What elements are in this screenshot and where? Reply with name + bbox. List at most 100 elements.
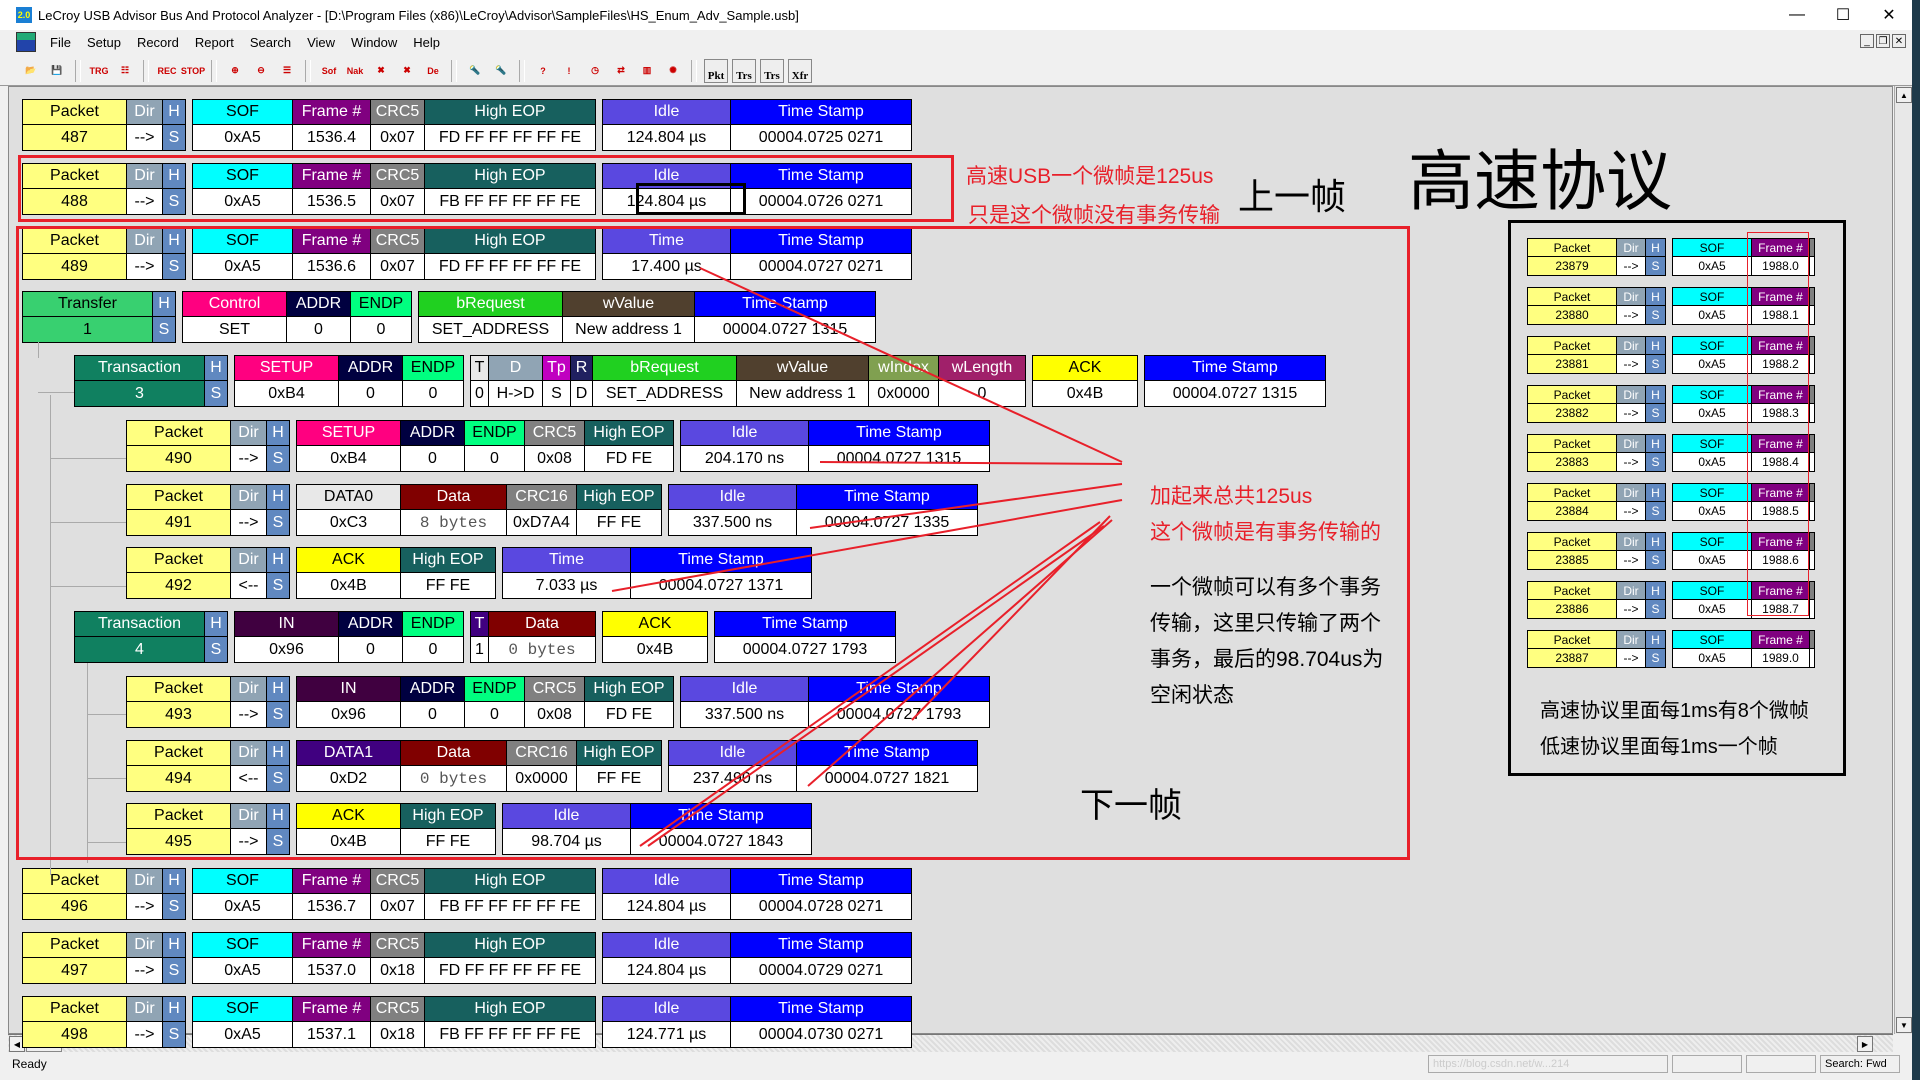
field-frame[interactable]: Frame #1537.1 bbox=[293, 997, 371, 1047]
hide-idle-icon[interactable]: ✖ bbox=[396, 60, 418, 82]
field-dir[interactable]: Dir --> bbox=[127, 997, 163, 1047]
mdi-close-button[interactable]: ✕ bbox=[1892, 34, 1906, 48]
hide-nak-icon[interactable]: Nak bbox=[344, 60, 366, 82]
field-eop[interactable]: High EOP FD FF FF FF FF FE bbox=[425, 100, 595, 150]
stop-icon[interactable]: STOP bbox=[181, 60, 205, 82]
packet-record[interactable]: Packet 497 Dir --> H S SOF 0xA5 Frame #1537.0 CRC… bbox=[22, 932, 918, 984]
mdi-minimize-button[interactable]: _ bbox=[1860, 34, 1874, 48]
menu-record[interactable]: Record bbox=[129, 35, 187, 50]
real-time-icon[interactable]: ✺ bbox=[662, 60, 684, 82]
packet-record[interactable]: Packet 496 Dir --> H S SOF 0xA5 Frame #1536.7 CRC… bbox=[22, 868, 918, 920]
field-idle[interactable]: Idle 124.771 µs bbox=[603, 997, 731, 1047]
field-sof[interactable]: SOF 0xA5 bbox=[193, 100, 293, 150]
open-folder-icon[interactable]: 📂 bbox=[20, 60, 42, 82]
field-packet[interactable]: Packet 496 bbox=[23, 869, 127, 919]
record-icon[interactable]: REC bbox=[156, 60, 178, 82]
field-header: Time Stamp bbox=[731, 869, 911, 894]
packet-record[interactable]: Packet 498 Dir --> H S SOF 0xA5 Frame #1537.1 CRC… bbox=[22, 996, 918, 1048]
field-dir[interactable]: Dir --> bbox=[127, 100, 163, 150]
field-idle[interactable]: Idle 124.804 µs bbox=[603, 933, 731, 983]
field-eop[interactable]: High EOP FD FF FF FF FF FE bbox=[425, 933, 595, 983]
bus-util-icon[interactable]: ▥ bbox=[636, 60, 658, 82]
packet-record[interactable]: Packet 487 Dir --> H S SOF 0xA5 Frame #1536.4 CRC… bbox=[22, 99, 918, 151]
maximize-button[interactable]: ☐ bbox=[1820, 0, 1866, 30]
field-timestamp[interactable]: Time Stamp 00004.0730 0271 bbox=[731, 997, 911, 1047]
field: HS bbox=[1646, 288, 1665, 324]
field-packet[interactable]: Packet 487 bbox=[23, 100, 127, 150]
view-level-xfr-button[interactable]: Xfr bbox=[788, 58, 812, 83]
field-crc5[interactable]: CRC5 0x18 bbox=[371, 933, 425, 983]
field-sof[interactable]: SOF 0xA5 bbox=[193, 997, 293, 1047]
field-dir[interactable]: Dir --> bbox=[127, 933, 163, 983]
close-button[interactable]: ✕ bbox=[1866, 0, 1912, 30]
menu-window[interactable]: Window bbox=[343, 35, 405, 50]
zoom-out-icon[interactable]: ⊖ bbox=[250, 60, 272, 82]
decode-icon[interactable]: De bbox=[422, 60, 444, 82]
field-sof[interactable]: SOF 0xA5 bbox=[193, 933, 293, 983]
menu-report[interactable]: Report bbox=[187, 35, 242, 50]
field-value: S bbox=[163, 894, 185, 919]
traffic-icon[interactable]: ⇄ bbox=[610, 60, 632, 82]
view-level-trs-button[interactable]: Trs bbox=[760, 58, 784, 83]
error-summary-icon[interactable]: ! bbox=[558, 60, 580, 82]
field-frame[interactable]: Frame #1536.7 bbox=[293, 869, 371, 919]
vertical-scrollbar[interactable]: ▲ ▼ bbox=[1894, 86, 1912, 1034]
timing-icon[interactable]: ◷ bbox=[584, 60, 606, 82]
hide-sof-icon[interactable]: Sof bbox=[318, 60, 340, 82]
side-packet-record[interactable]: Packet 23887 Dir --> H S SOF 0xA5 Frame #1989.0 bbox=[1527, 630, 1821, 668]
report-icon[interactable]: ? bbox=[532, 60, 554, 82]
field-value: --> bbox=[127, 125, 163, 150]
field-packet[interactable]: Packet 497 bbox=[23, 933, 127, 983]
mdi-restore-button[interactable]: ❐ bbox=[1876, 34, 1890, 48]
field-header: Dir bbox=[127, 933, 163, 958]
field-header: Packet bbox=[23, 933, 127, 958]
field-idle[interactable]: Idle 124.804 µs bbox=[603, 869, 731, 919]
menu-setup[interactable]: Setup bbox=[79, 35, 129, 50]
field-eop[interactable]: High EOP FB FF FF FF FF FE bbox=[425, 869, 595, 919]
field-value: FB FF FF FF FF FE bbox=[425, 1022, 595, 1047]
scroll-right-icon[interactable]: ▶ bbox=[1857, 1036, 1873, 1052]
status-watermark: https://blog.csdn.net/w...214 bbox=[1428, 1055, 1668, 1073]
field-timestamp[interactable]: Time Stamp 00004.0728 0271 bbox=[731, 869, 911, 919]
menu-search[interactable]: Search bbox=[242, 35, 299, 50]
scroll-up-icon[interactable]: ▲ bbox=[1896, 87, 1912, 103]
view-level-trs-button[interactable]: Trs bbox=[732, 58, 756, 83]
field-crc5[interactable]: CRC5 0x07 bbox=[371, 100, 425, 150]
field-timestamp[interactable]: Time Stamp 00004.0729 0271 bbox=[731, 933, 911, 983]
field-timestamp[interactable]: Time Stamp 00004.0725 0271 bbox=[731, 100, 911, 150]
save-icon[interactable]: 💾 bbox=[46, 60, 68, 82]
menu-help[interactable]: Help bbox=[405, 35, 448, 50]
field-speed[interactable]: HS bbox=[163, 869, 185, 919]
field-crc5[interactable]: CRC5 0x07 bbox=[371, 869, 425, 919]
unmark-icon[interactable]: 🔦 bbox=[490, 60, 512, 82]
document-icon[interactable] bbox=[16, 32, 36, 52]
scroll-down-icon[interactable]: ▼ bbox=[1896, 1017, 1912, 1033]
hide-chirp-icon[interactable]: ✖ bbox=[370, 60, 392, 82]
minimize-button[interactable]: — bbox=[1774, 0, 1820, 30]
mark-icon[interactable]: 🔦 bbox=[464, 60, 486, 82]
field-crc5[interactable]: CRC5 0x18 bbox=[371, 997, 425, 1047]
field-dir[interactable]: Dir --> bbox=[127, 869, 163, 919]
field-packet[interactable]: Packet 498 bbox=[23, 997, 127, 1047]
menu-file[interactable]: File bbox=[42, 35, 79, 50]
wrap-icon[interactable]: ☰ bbox=[276, 60, 298, 82]
field-group: Packet 498 Dir --> H S bbox=[22, 996, 186, 1048]
field-group: Idle 124.804 µs Time Stamp 00004.0728 0271 bbox=[602, 868, 912, 920]
field bbox=[1810, 337, 1814, 373]
field bbox=[1810, 533, 1814, 569]
field-speed[interactable]: HS bbox=[163, 933, 185, 983]
field-speed[interactable]: HS bbox=[163, 997, 185, 1047]
field-group: SOF 0xA5 Frame #1536.7 CRC5 0x07 High EOP FB F… bbox=[192, 868, 596, 920]
field-frame[interactable]: Frame #1537.0 bbox=[293, 933, 371, 983]
field-eop[interactable]: High EOP FB FF FF FF FF FE bbox=[425, 997, 595, 1047]
field-speed[interactable]: HS bbox=[163, 100, 185, 150]
recording-options-icon[interactable]: ☷ bbox=[114, 60, 136, 82]
field-frame[interactable]: Frame #1536.4 bbox=[293, 100, 371, 150]
field-idle[interactable]: Idle 124.804 µs bbox=[603, 100, 731, 150]
field-header: Idle bbox=[603, 933, 731, 958]
view-level-pkt-button[interactable]: Pkt bbox=[704, 58, 728, 83]
menu-view[interactable]: View bbox=[299, 35, 343, 50]
field-sof[interactable]: SOF 0xA5 bbox=[193, 869, 293, 919]
trigger-icon[interactable]: TRG bbox=[88, 60, 110, 82]
zoom-in-icon[interactable]: ⊕ bbox=[224, 60, 246, 82]
